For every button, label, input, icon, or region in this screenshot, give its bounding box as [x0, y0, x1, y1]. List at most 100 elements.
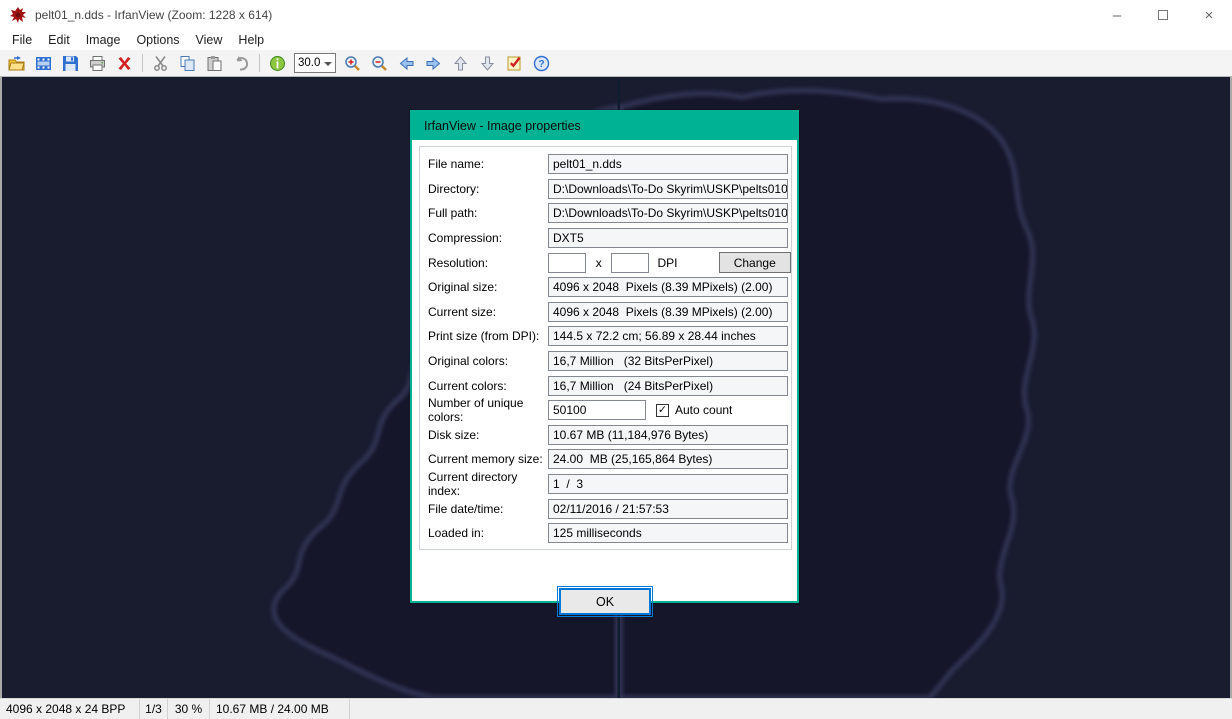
menu-help[interactable]: Help [230, 31, 272, 49]
save-button[interactable] [58, 52, 83, 75]
toolbar: 30.0 [0, 50, 1232, 77]
unique-colors-field[interactable]: 50100 [548, 400, 646, 420]
chevron-down-icon [324, 62, 332, 66]
disk-size-field[interactable]: 10.67 MB (11,184,976 Bytes) [548, 425, 788, 445]
full-path-field[interactable]: D:\Downloads\To-Do Skyrim\USKP\pelts0102… [548, 203, 788, 223]
copy-icon [179, 55, 196, 72]
arrow-up-icon [452, 55, 469, 72]
thumbnails-button[interactable] [31, 52, 56, 75]
original-colors-label: Original colors: [428, 354, 548, 368]
irfanview-logo-icon [9, 6, 27, 24]
info-icon [269, 55, 286, 72]
undo-button[interactable] [229, 52, 254, 75]
loaded-in-label: Loaded in: [428, 526, 548, 540]
print-size-field[interactable]: 144.5 x 72.2 cm; 56.89 x 28.44 inches [548, 326, 788, 346]
change-dpi-button[interactable]: Change [719, 252, 792, 273]
resolution-label: Resolution: [428, 256, 548, 270]
close-button[interactable]: × [1186, 0, 1232, 30]
red-checkmark-icon [506, 55, 523, 72]
full-path-label: Full path: [428, 206, 548, 220]
field-row-file-datetime: File date/time: 02/11/2016 / 21:57:53 [428, 496, 791, 521]
batch-check-button[interactable] [502, 52, 527, 75]
file-name-field[interactable]: pelt01_n.dds [548, 154, 788, 174]
zoom-in-button[interactable] [340, 52, 365, 75]
statusbar: 4096 x 2048 x 24 BPP 1/3 30 % 10.67 MB /… [0, 698, 1232, 719]
minimize-icon: – [1113, 7, 1121, 24]
resolution-x-input[interactable] [548, 253, 586, 273]
cut-button[interactable] [148, 52, 173, 75]
dialog-titlebar[interactable]: IrfanView - Image properties [412, 112, 797, 140]
original-size-label: Original size: [428, 280, 548, 294]
next-file-button[interactable] [421, 52, 446, 75]
svg-text:?: ? [538, 59, 544, 70]
toolbar-separator [142, 54, 143, 72]
field-row-current-colors: Current colors: 16,7 Million (24 BitsPer… [428, 373, 791, 398]
status-dimensions: 4096 x 2048 x 24 BPP [0, 699, 140, 719]
irfanview-window: pelt01_n.dds - IrfanView (Zoom: 1228 x 6… [0, 0, 1232, 719]
zoom-out-icon [371, 55, 388, 72]
print-size-label: Print size (from DPI): [428, 329, 548, 343]
loaded-in-field[interactable]: 125 milliseconds [548, 523, 788, 543]
menubar: File Edit Image Options View Help [0, 30, 1232, 50]
last-file-button[interactable] [475, 52, 500, 75]
first-file-button[interactable] [448, 52, 473, 75]
window-title: pelt01_n.dds - IrfanView (Zoom: 1228 x 6… [35, 8, 272, 22]
field-row-directory-index: Current directory index: 1 / 3 [428, 472, 791, 497]
menu-file[interactable]: File [4, 31, 40, 49]
checkmark-icon: ✓ [658, 405, 667, 416]
arrow-down-icon [479, 55, 496, 72]
zoom-level-combo[interactable]: 30.0 [294, 53, 336, 73]
minimize-button[interactable]: – [1094, 0, 1140, 30]
help-button[interactable]: ? [529, 52, 554, 75]
field-row-unique-colors: Number of unique colors: 50100 ✓ Auto co… [428, 398, 791, 423]
memory-size-field[interactable]: 24.00 MB (25,165,864 Bytes) [548, 449, 788, 469]
auto-count-checkbox[interactable]: ✓ [656, 404, 669, 417]
directory-label: Directory: [428, 182, 548, 196]
undo-arrow-icon [233, 55, 250, 72]
filmstrip-icon [35, 55, 52, 72]
dpi-label: DPI [657, 256, 677, 270]
current-size-label: Current size: [428, 305, 548, 319]
menu-options[interactable]: Options [128, 31, 187, 49]
directory-index-field[interactable]: 1 / 3 [548, 474, 788, 494]
maximize-icon [1158, 10, 1168, 20]
current-colors-label: Current colors: [428, 379, 548, 393]
menu-image[interactable]: Image [78, 31, 129, 49]
current-colors-field[interactable]: 16,7 Million (24 BitsPerPixel) [548, 376, 788, 396]
compression-field[interactable]: DXT5 [548, 228, 788, 248]
open-folder-icon [8, 55, 25, 72]
directory-field[interactable]: D:\Downloads\To-Do Skyrim\USKP\pelts0102… [548, 179, 788, 199]
copy-button[interactable] [175, 52, 200, 75]
field-row-resolution: Resolution: x DPI Change [428, 250, 791, 275]
menu-edit[interactable]: Edit [40, 31, 78, 49]
delete-x-icon [116, 55, 133, 72]
original-colors-field[interactable]: 16,7 Million (32 BitsPerPixel) [548, 351, 788, 371]
dialog-title: IrfanView - Image properties [424, 119, 581, 133]
field-row-print-size: Print size (from DPI): 144.5 x 72.2 cm; … [428, 324, 791, 349]
file-datetime-label: File date/time: [428, 502, 548, 516]
current-size-field[interactable]: 4096 x 2048 Pixels (8.39 MPixels) (2.00) [548, 302, 788, 322]
info-button[interactable] [265, 52, 290, 75]
print-button[interactable] [85, 52, 110, 75]
arrow-left-icon [398, 55, 415, 72]
menu-view[interactable]: View [188, 31, 231, 49]
paste-button[interactable] [202, 52, 227, 75]
delete-button[interactable] [112, 52, 137, 75]
titlebar[interactable]: pelt01_n.dds - IrfanView (Zoom: 1228 x 6… [0, 0, 1232, 30]
resolution-y-input[interactable] [611, 253, 649, 273]
field-row-current-size: Current size: 4096 x 2048 Pixels (8.39 M… [428, 300, 791, 325]
prev-file-button[interactable] [394, 52, 419, 75]
zoom-out-button[interactable] [367, 52, 392, 75]
field-row-compression: Compression: DXT5 [428, 226, 791, 251]
open-button[interactable] [4, 52, 29, 75]
file-datetime-field[interactable]: 02/11/2016 / 21:57:53 [548, 499, 788, 519]
maximize-button[interactable] [1140, 0, 1186, 30]
disk-size-label: Disk size: [428, 428, 548, 442]
ok-button[interactable]: OK [559, 588, 651, 615]
close-icon: × [1205, 7, 1214, 24]
printer-icon [89, 55, 106, 72]
field-row-directory: Directory: D:\Downloads\To-Do Skyrim\USK… [428, 177, 791, 202]
paste-clipboard-icon [206, 55, 223, 72]
field-row-full-path: Full path: D:\Downloads\To-Do Skyrim\USK… [428, 201, 791, 226]
original-size-field[interactable]: 4096 x 2048 Pixels (8.39 MPixels) (2.00) [548, 277, 788, 297]
